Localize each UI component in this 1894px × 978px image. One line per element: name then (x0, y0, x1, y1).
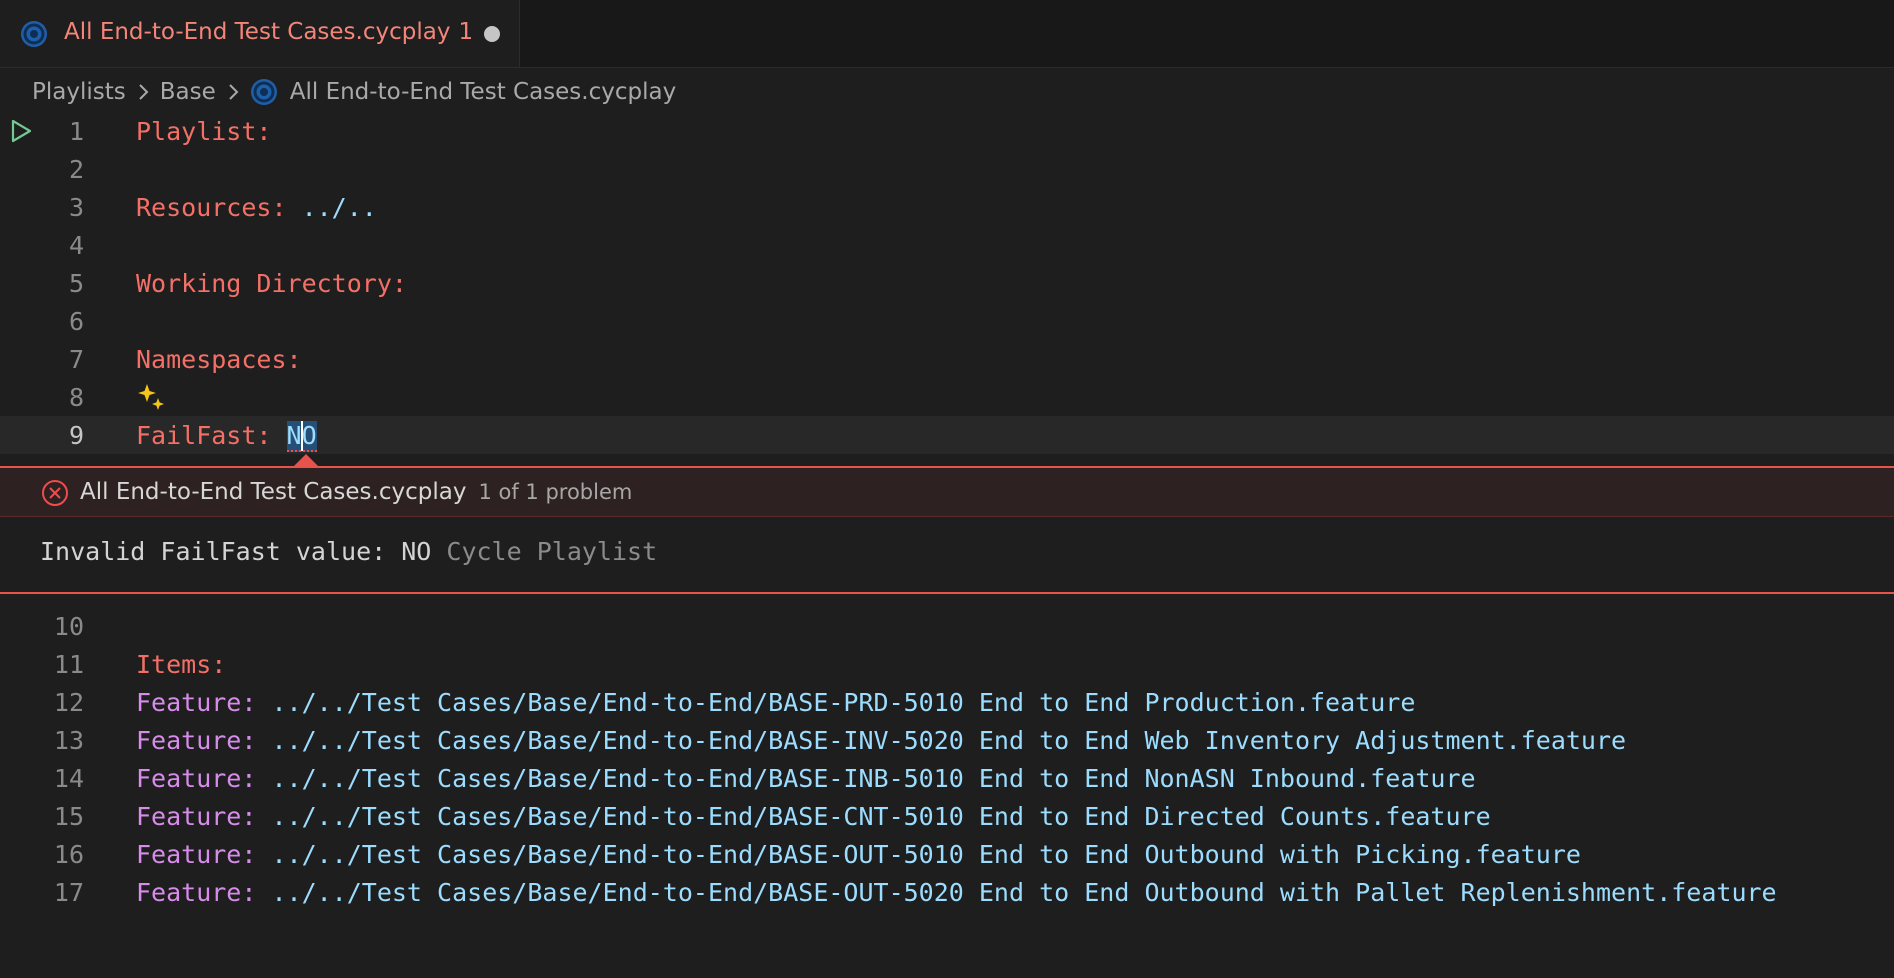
editor-line[interactable]: 15 Feature: ../../Test Cases/Base/End-to… (0, 797, 1894, 835)
line-number: 1 (68, 117, 84, 146)
editor-line[interactable]: 13 Feature: ../../Test Cases/Base/End-to… (0, 721, 1894, 759)
editor-window: All End-to-End Test Cases.cycplay 1 Playl… (0, 0, 1894, 978)
code-text: Namespaces: (136, 345, 302, 374)
tab-problem-count: 1 (458, 19, 474, 45)
line-number: 4 (68, 231, 84, 260)
problem-file-name: All End-to-End Test Cases.cycplay 1 of 1 … (80, 479, 633, 505)
editor-line[interactable]: 3 Resources: ../.. (0, 188, 1894, 226)
line-number: 2 (68, 155, 84, 184)
editor-line[interactable]: 2 (0, 150, 1894, 188)
line-number: 5 (68, 269, 84, 298)
sparkle-icon[interactable] (136, 382, 166, 412)
line-number: 17 (53, 878, 84, 907)
editor-line[interactable]: 12 Feature: ../../Test Cases/Base/End-to… (0, 683, 1894, 721)
code-text: Working Directory: (136, 269, 407, 298)
editor-line[interactable]: 8 (0, 378, 1894, 416)
code-text: Feature: ../../Test Cases/Base/End-to-En… (136, 802, 1491, 831)
problem-peek-header: All End-to-End Test Cases.cycplay 1 of 1 … (0, 468, 1894, 517)
unsaved-dot-icon[interactable] (484, 26, 500, 42)
run-icon[interactable] (8, 118, 34, 144)
line-number: 3 (68, 193, 84, 222)
line-number: 13 (53, 726, 84, 755)
tab-title: All End-to-End Test Cases.cycplay 1 (64, 19, 474, 45)
code-text: Feature: ../../Test Cases/Base/End-to-En… (136, 878, 1777, 907)
breadcrumb-item-base[interactable]: Base (160, 79, 216, 105)
editor-line[interactable]: 16 Feature: ../../Test Cases/Base/End-to… (0, 835, 1894, 873)
problem-peek-widget: All End-to-End Test Cases.cycplay 1 of 1 … (0, 466, 1894, 594)
text-cursor (300, 421, 303, 451)
line-number: 15 (53, 802, 84, 831)
code-text: FailFast: NO (136, 421, 317, 452)
code-text: Feature: ../../Test Cases/Base/End-to-En… (136, 764, 1476, 793)
line-number: 12 (53, 688, 84, 717)
editor-line[interactable]: 10 (0, 607, 1894, 645)
line-number: 9 (68, 421, 84, 450)
tab-all-end-to-end-test-cases[interactable]: All End-to-End Test Cases.cycplay 1 (0, 0, 520, 67)
problem-count: 1 of 1 problem (478, 480, 633, 504)
editor-line[interactable]: 17 Feature: ../../Test Cases/Base/End-to… (0, 873, 1894, 911)
problem-message: Invalid FailFast value: NO Cycle Playlis… (40, 537, 658, 566)
tab-bar: All End-to-End Test Cases.cycplay 1 (0, 0, 1894, 68)
chevron-right-icon (229, 84, 239, 100)
line-number: 7 (68, 345, 84, 374)
editor-line[interactable]: 7 Namespaces: (0, 340, 1894, 378)
editor-line[interactable]: 11 Items: (0, 645, 1894, 683)
error-token[interactable]: NO (286, 421, 317, 452)
editor-line-current[interactable]: 9 FailFast: NO (0, 416, 1894, 454)
code-text: Feature: ../../Test Cases/Base/End-to-En… (136, 726, 1627, 755)
code-text: Items: (136, 650, 227, 679)
peek-arrow (294, 454, 318, 466)
editor-line[interactable]: 6 (0, 302, 1894, 340)
line-number: 10 (53, 612, 84, 641)
code-text: Feature: ../../Test Cases/Base/End-to-En… (136, 840, 1581, 869)
breadcrumb-item-file[interactable]: All End-to-End Test Cases.cycplay (290, 79, 676, 105)
breadcrumb-item-playlists[interactable]: Playlists (32, 79, 126, 105)
line-number: 16 (53, 840, 84, 869)
code-text: Resources: ../.. (136, 193, 377, 222)
chevron-right-icon (139, 84, 149, 100)
cycle-playlist-icon (250, 79, 277, 105)
line-number: 11 (53, 650, 84, 679)
line-number: 14 (53, 764, 84, 793)
problem-source: Cycle Playlist (446, 537, 658, 566)
editor-line[interactable]: 1 Playlist: (0, 112, 1894, 150)
cycle-playlist-icon (21, 21, 47, 47)
editor-line[interactable]: 4 (0, 226, 1894, 264)
breadcrumb: Playlists Base All End-to-End Test Cases… (32, 76, 676, 108)
error-icon (42, 480, 68, 506)
line-number: 6 (68, 307, 84, 336)
code-text: Playlist: (136, 117, 272, 146)
editor-line[interactable]: 5 Working Directory: (0, 264, 1894, 302)
editor-line[interactable]: 14 Feature: ../../Test Cases/Base/End-to… (0, 759, 1894, 797)
code-text: Feature: ../../Test Cases/Base/End-to-En… (136, 688, 1416, 717)
line-number: 8 (68, 383, 84, 412)
